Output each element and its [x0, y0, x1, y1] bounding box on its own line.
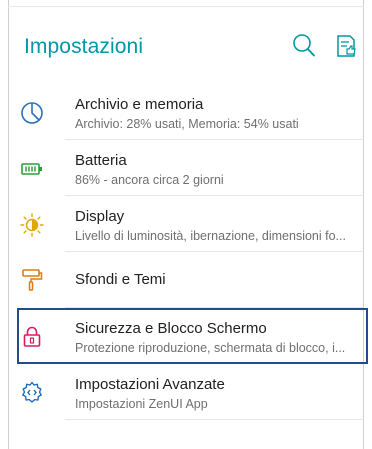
feedback-icon[interactable]	[332, 32, 360, 60]
settings-item-advanced[interactable]: Impostazioni Avanzate Impostazioni ZenUI…	[8, 364, 364, 420]
settings-item-label: Batteria	[75, 152, 127, 169]
storage-icon	[19, 100, 45, 126]
settings-item-label: Archivio e memoria	[75, 96, 204, 113]
wallpaper-icon	[19, 267, 45, 293]
app-header: Impostazioni	[8, 0, 364, 84]
settings-item-label: Sicurezza e Blocco Schermo	[75, 320, 267, 337]
divider	[65, 419, 364, 420]
settings-list: Archivio e memoria Archivio: 28% usati, …	[8, 84, 368, 420]
battery-icon	[19, 156, 45, 182]
settings-item-label: Display	[75, 208, 125, 225]
settings-item-storage[interactable]: Archivio e memoria Archivio: 28% usati, …	[8, 84, 364, 140]
search-icon[interactable]	[290, 32, 318, 60]
settings-item-security-lock-screen[interactable]: Sicurezza e Blocco Schermo Protezione ri…	[17, 308, 368, 364]
settings-item-wallpapers-themes[interactable]: Sfondi e Temi	[8, 252, 364, 308]
top-divider	[8, 6, 364, 7]
settings-item-summary: Archivio: 28% usati, Memoria: 54% usati	[75, 117, 299, 131]
settings-item-summary: Protezione riproduzione, schermata di bl…	[75, 341, 346, 355]
lock-icon	[19, 324, 45, 350]
settings-item-label: Sfondi e Temi	[75, 271, 166, 288]
settings-item-summary: Livello di luminosità, ibernazione, dime…	[75, 229, 346, 243]
settings-item-summary: 86% - ancora circa 2 giorni	[75, 173, 224, 187]
settings-item-label: Impostazioni Avanzate	[75, 376, 225, 393]
settings-item-summary: Impostazioni ZenUI App	[75, 397, 208, 411]
display-icon	[19, 212, 45, 238]
settings-item-display[interactable]: Display Livello di luminosità, ibernazio…	[8, 196, 364, 252]
advanced-settings-icon	[19, 380, 45, 406]
settings-item-battery[interactable]: Batteria 86% - ancora circa 2 giorni	[8, 140, 364, 196]
page-title: Impostazioni	[24, 35, 144, 58]
